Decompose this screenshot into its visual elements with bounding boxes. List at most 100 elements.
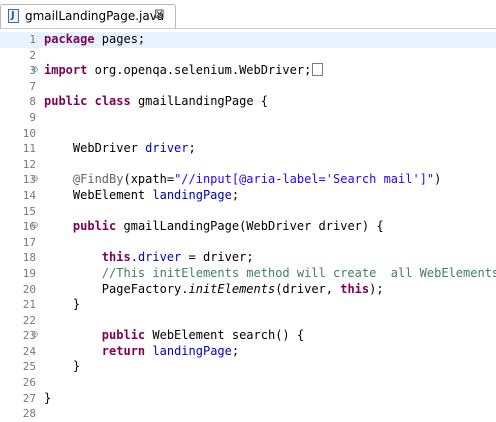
code-line[interactable]: 23 ⊖ public WebElement search() { [0, 328, 496, 344]
code-line[interactable]: 12 [0, 157, 496, 173]
code-token: landingPage [152, 343, 232, 358]
editor-tab-bar: J gmailLandingPage.java ⊠ [0, 0, 496, 29]
code-token: = driver; [181, 250, 254, 265]
editor-tab-gmaillandingpage[interactable]: J gmailLandingPage.java ⊠ [0, 4, 176, 28]
code-line[interactable]: 1 package pages; [0, 32, 496, 48]
line-number: 1 [29, 33, 36, 46]
java-file-icon-glyph: J [11, 10, 15, 21]
code-editor[interactable]: 1 package pages; 2 3 ⊕ import org.openqa.sele… [0, 32, 496, 422]
line-number: 2 [29, 48, 36, 62]
code-line[interactable]: 9 [0, 110, 496, 126]
line-number: 28 [22, 407, 36, 421]
line-number: 8 [29, 95, 36, 109]
line-number: 14 [22, 188, 36, 202]
line-number: 24 [22, 344, 36, 358]
code-token: return [101, 343, 146, 358]
code-token: WebDriver [44, 141, 146, 156]
code-token: "//input[@aria-label='Search mail']" [174, 172, 435, 187]
code-token: ) [434, 172, 442, 187]
code-token: driver [145, 141, 189, 156]
code-line[interactable]: 27} [0, 391, 496, 407]
code-line[interactable]: 10 [0, 126, 496, 142]
line-number: 15 [22, 204, 36, 218]
code-line[interactable]: 21 } [0, 297, 496, 313]
code-token: package [44, 32, 95, 46]
code-token: driver [137, 250, 182, 265]
line-number: 12 [22, 157, 36, 171]
java-file-icon: J [8, 9, 19, 23]
line-number: 25 [22, 360, 36, 374]
code-token: public [44, 94, 88, 109]
code-line[interactable]: 3 ⊕ import org.openqa.selenium.WebDriver; [0, 63, 496, 79]
code-text: } [44, 391, 51, 407]
code-token: PageFactory. [44, 281, 189, 296]
code-text: public gmailLandingPage(WebDriver driver… [44, 219, 384, 235]
collapse-fold-icon[interactable]: ⊖ [31, 222, 39, 231]
code-text: import org.openqa.selenium.WebDriver; [44, 63, 324, 79]
line-number: 20 [22, 282, 36, 296]
code-text: public WebElement search() { [44, 328, 304, 344]
line-number: 18 [22, 251, 36, 265]
code-line[interactable]: 16 ⊖ public gmailLandingPage(WebDriver dr… [0, 219, 496, 235]
code-line[interactable]: 26 [0, 375, 496, 391]
code-line[interactable]: 24 return landingPage; [0, 344, 496, 360]
code-token: } [44, 297, 81, 312]
code-line[interactable]: 8 public class gmailLandingPage { [0, 94, 496, 110]
line-number: 22 [22, 313, 36, 327]
code-token: landingPage [152, 187, 232, 202]
line-number: 7 [29, 79, 36, 93]
code-line[interactable]: 15 [0, 204, 496, 220]
code-token: ; [188, 141, 196, 156]
code-text: public class gmailLandingPage { [44, 94, 268, 110]
expand-fold-icon[interactable]: ⊕ [31, 66, 39, 75]
line-number: 21 [22, 298, 36, 312]
code-token: this [101, 250, 131, 265]
code-token: gmailLandingPage { [130, 94, 268, 109]
code-line[interactable]: 20 PageFactory.initElements(driver, this… [0, 282, 496, 298]
code-text: } [44, 297, 80, 313]
code-line[interactable]: 25 } [0, 359, 496, 375]
code-token: ; [231, 343, 240, 358]
line-number: 27 [22, 391, 36, 405]
collapse-fold-icon[interactable]: ⊖ [31, 331, 39, 340]
code-line[interactable]: 28 [0, 406, 496, 422]
code-token: ); [369, 281, 384, 296]
code-text: WebElement landingPage; [44, 188, 239, 204]
close-icon[interactable]: ⊠ [154, 7, 165, 23]
code-token: class [94, 94, 131, 109]
code-token: gmailLandingPage(WebDriver driver) { [116, 219, 384, 234]
code-line[interactable]: 7 [0, 79, 496, 95]
code-line[interactable]: 2 [0, 48, 496, 64]
collapsed-imports-icon[interactable] [312, 63, 324, 77]
line-number: 19 [22, 266, 36, 280]
code-text: PageFactory.initElements(driver, this); [44, 282, 384, 298]
code-token: (driver, [275, 281, 341, 296]
code-token: initElements [188, 281, 276, 296]
code-line[interactable]: 18 this.driver = driver; [0, 250, 496, 266]
code-token: org.openqa.selenium.WebDriver; [87, 63, 312, 78]
code-line[interactable]: 14 WebElement landingPage; [0, 188, 496, 204]
collapse-fold-icon[interactable]: ⊖ [31, 175, 39, 184]
code-token: public [101, 328, 146, 343]
code-line[interactable]: 19 //This initElements method will creat… [0, 266, 496, 282]
line-number: 17 [22, 235, 36, 249]
code-text: WebDriver driver; [44, 141, 196, 157]
code-token: . [130, 250, 138, 265]
code-token: @FindBy [44, 172, 124, 187]
line-number: 10 [22, 126, 36, 140]
line-number: 11 [22, 142, 36, 156]
code-text: return landingPage; [44, 344, 239, 360]
code-line[interactable]: 11 WebDriver driver; [0, 141, 496, 157]
code-token: import [44, 63, 88, 78]
code-line[interactable]: 17 [0, 235, 496, 251]
code-token: WebElement [44, 187, 153, 202]
code-line[interactable]: 13 ⊖ @FindBy(xpath="//input[@aria-label='… [0, 172, 496, 188]
code-token: (xpath= [123, 172, 175, 187]
code-line[interactable]: 22 [0, 313, 496, 329]
code-text: //This initElements method will create a… [44, 266, 496, 282]
code-text: this.driver = driver; [44, 250, 254, 266]
